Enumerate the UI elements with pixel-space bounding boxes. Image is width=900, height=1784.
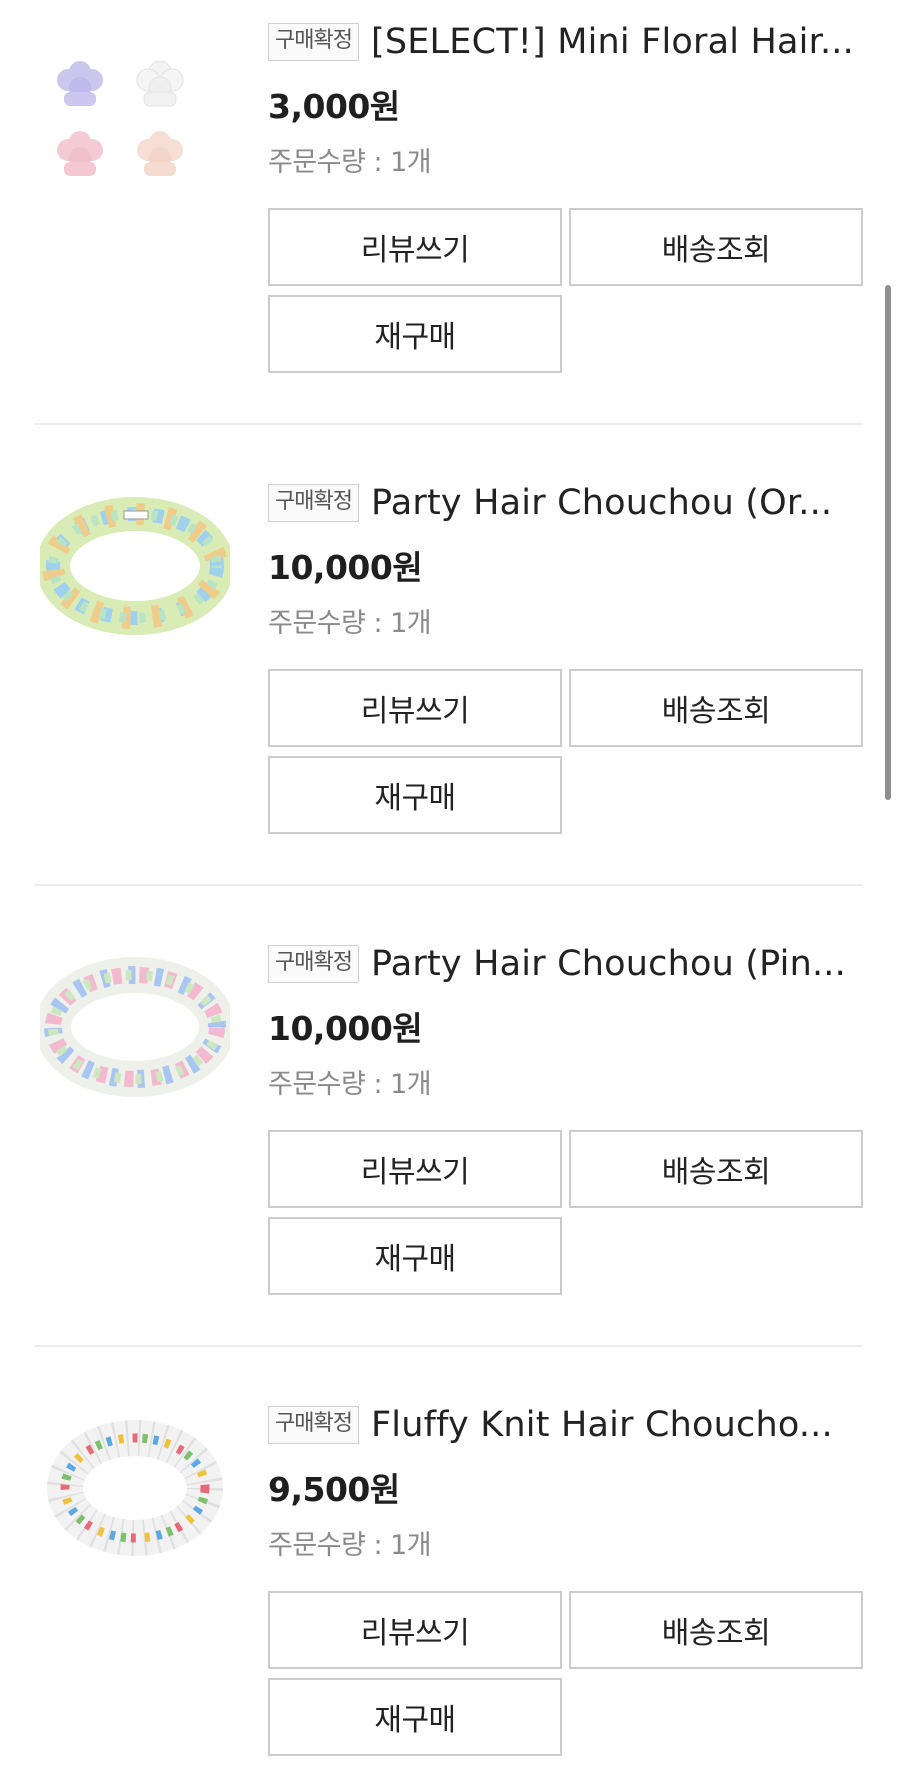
repurchase-button[interactable]: 재구매 bbox=[268, 295, 562, 373]
product-title[interactable]: [SELECT!] Mini Floral Hair... bbox=[371, 22, 854, 62]
scrollbar[interactable] bbox=[885, 285, 891, 800]
repurchase-button[interactable]: 재구매 bbox=[268, 756, 562, 834]
scrunchie-icon bbox=[47, 1420, 223, 1556]
purchase-confirmed-badge: 구매확정 bbox=[268, 945, 359, 983]
order-quantity: 주문수량 : 1개 bbox=[268, 1069, 432, 1100]
order-item: 구매확정 Party Hair Chouchou (Pin... 10,000원… bbox=[0, 922, 900, 1383]
item-divider bbox=[35, 884, 863, 886]
purchase-confirmed-badge: 구매확정 bbox=[268, 1406, 359, 1444]
purchase-confirmed-badge: 구매확정 bbox=[268, 23, 359, 61]
order-quantity: 주문수량 : 1개 bbox=[268, 608, 432, 639]
track-delivery-button[interactable]: 배송조회 bbox=[569, 669, 863, 747]
product-title[interactable]: Party Hair Chouchou (Pin... bbox=[371, 944, 846, 984]
purchase-confirmed-badge: 구매확정 bbox=[268, 484, 359, 522]
product-title[interactable]: Fluffy Knit Hair Choucho... bbox=[371, 1405, 833, 1445]
order-item: 구매확정 [SELECT!] Mini Floral Hair... 3,000… bbox=[0, 0, 900, 461]
party-hair-chouchou-orange-image[interactable] bbox=[40, 471, 230, 661]
hair-claw-icon bbox=[57, 60, 184, 176]
product-price: 10,000원 bbox=[268, 1009, 423, 1048]
write-review-button[interactable]: 리뷰쓰기 bbox=[268, 669, 562, 747]
order-item: 구매확정 Fluffy Knit Hair Choucho... 9,500원 … bbox=[0, 1383, 900, 1784]
write-review-button[interactable]: 리뷰쓰기 bbox=[268, 1130, 562, 1208]
product-price: 3,000원 bbox=[268, 87, 400, 126]
party-hair-chouchou-pink-image[interactable] bbox=[40, 932, 230, 1122]
track-delivery-button[interactable]: 배송조회 bbox=[569, 208, 863, 286]
product-price: 10,000원 bbox=[268, 548, 423, 587]
repurchase-button[interactable]: 재구매 bbox=[268, 1678, 562, 1756]
order-quantity: 주문수량 : 1개 bbox=[268, 1530, 432, 1561]
scrunchie-icon bbox=[40, 957, 230, 1097]
scrunchie-icon bbox=[40, 497, 230, 635]
title-row[interactable]: 구매확정 [SELECT!] Mini Floral Hair... bbox=[268, 22, 864, 62]
order-quantity: 주문수량 : 1개 bbox=[268, 147, 432, 178]
title-row[interactable]: 구매확정 Party Hair Chouchou (Or... bbox=[268, 483, 864, 523]
title-row[interactable]: 구매확정 Fluffy Knit Hair Choucho... bbox=[268, 1405, 864, 1445]
item-divider bbox=[35, 423, 863, 425]
track-delivery-button[interactable]: 배송조회 bbox=[569, 1130, 863, 1208]
order-item: 구매확정 Party Hair Chouchou (Or... 10,000원 … bbox=[0, 461, 900, 922]
product-price: 9,500원 bbox=[268, 1470, 400, 1509]
repurchase-button[interactable]: 재구매 bbox=[268, 1217, 562, 1295]
title-row[interactable]: 구매확정 Party Hair Chouchou (Pin... bbox=[268, 944, 864, 984]
track-delivery-button[interactable]: 배송조회 bbox=[569, 1591, 863, 1669]
write-review-button[interactable]: 리뷰쓰기 bbox=[268, 208, 562, 286]
mini-floral-hair-claw-image[interactable] bbox=[40, 10, 230, 200]
product-title[interactable]: Party Hair Chouchou (Or... bbox=[371, 483, 832, 523]
fluffy-knit-hair-chouchou-image[interactable] bbox=[40, 1393, 230, 1583]
item-divider bbox=[35, 1345, 863, 1347]
write-review-button[interactable]: 리뷰쓰기 bbox=[268, 1591, 562, 1669]
